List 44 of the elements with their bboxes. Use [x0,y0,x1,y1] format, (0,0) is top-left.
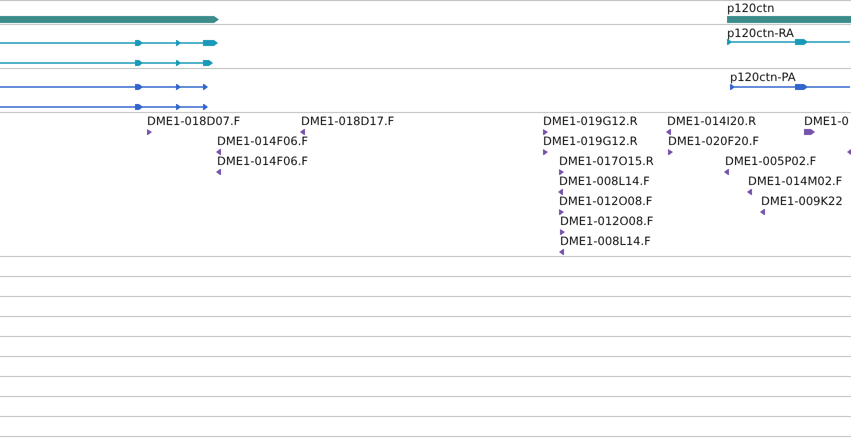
strand-arrow-icon[interactable] [724,169,729,175]
est-label: DME1-0 [804,115,849,128]
transcript-label: p120ctn-RA [727,27,794,40]
strand-arrow-icon[interactable] [847,149,851,155]
strand-arrow-icon[interactable] [147,129,152,135]
strand-arrow-icon[interactable] [747,189,752,195]
est-label: DME1-020F20.F [668,135,759,148]
est-label: DME1-014F06.F [217,135,308,148]
est-label: DME1-012O08.F [559,195,652,208]
strand-arrow-icon[interactable] [216,149,221,155]
strand-arrow-icon[interactable] [543,129,548,135]
strand-arrow-icon[interactable] [666,129,671,135]
strand-arrow-icon[interactable] [216,169,221,175]
transcript-drawing[interactable] [727,39,850,45]
transcript-drawing[interactable] [0,40,218,46]
strand-arrow-icon[interactable] [559,209,564,215]
strand-arrow-icon[interactable] [804,129,815,135]
transcript-label: p120ctn-PA [730,71,796,84]
est-label: DME1-019G12.R [543,135,638,148]
est-label: DME1-014M02.F [748,175,842,188]
est-label: DME1-017O15.R [559,155,654,168]
transcript-drawing[interactable] [0,84,208,90]
transcript-drawing[interactable] [0,60,213,66]
est-label: DME1-008L14.F [560,235,651,248]
est-label: DME1-014I20.R [667,115,756,128]
strand-arrow-icon[interactable] [559,169,564,175]
strand-arrow-icon[interactable] [668,149,673,155]
est-label: DME1-014F06.F [217,155,308,168]
strand-arrow-icon[interactable] [300,129,305,135]
gene-label: p120ctn [727,2,774,15]
est-label: DME1-009K22 [761,195,843,208]
est-label: DME1-012O08.F [560,215,654,228]
transcript-drawing[interactable] [730,84,850,90]
strand-arrow-icon[interactable] [559,249,564,255]
strand-arrow-icon[interactable] [760,209,765,215]
est-label: DME1-018D17.F [301,115,394,128]
est-label: DME1-018D07.F [147,115,240,128]
est-label: DME1-019G12.R [543,115,638,128]
strand-arrow-icon[interactable] [558,189,563,195]
transcript-drawing[interactable] [0,104,208,110]
est-label: DME1-008L14.F [559,175,650,188]
strand-arrow-icon[interactable] [543,149,548,155]
strand-arrow-icon[interactable] [560,229,565,235]
est-label: DME1-005P02.F [725,155,816,168]
